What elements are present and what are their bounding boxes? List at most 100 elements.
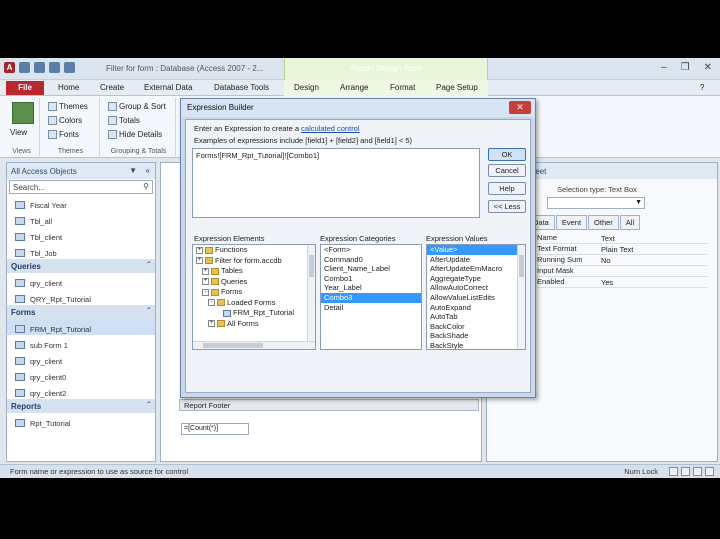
totals-button[interactable]: Totals bbox=[108, 116, 140, 125]
tab-all[interactable]: All bbox=[619, 215, 641, 230]
nav-category-forms[interactable]: Forms ˆ bbox=[7, 305, 155, 319]
tree-item[interactable]: + Tables bbox=[193, 266, 315, 277]
expand-icon[interactable]: + bbox=[202, 267, 209, 275]
tab-page-setup[interactable]: Page Setup bbox=[436, 83, 478, 92]
tree-item[interactable]: + Functions bbox=[193, 245, 315, 256]
fonts-button[interactable]: Fonts bbox=[48, 130, 79, 139]
minimize-icon[interactable]: – bbox=[661, 62, 667, 73]
restore-icon[interactable]: ❐ bbox=[681, 62, 690, 73]
nav-item[interactable]: Fiscal Year bbox=[7, 195, 155, 211]
property-row[interactable]: Text Format Plain Text bbox=[537, 244, 707, 255]
nav-item[interactable]: Rpt_Tutorial bbox=[7, 413, 155, 429]
hide-details-button[interactable]: Hide Details bbox=[108, 130, 162, 139]
redo-icon[interactable] bbox=[49, 62, 60, 73]
help-icon[interactable]: ? bbox=[700, 83, 704, 92]
value-item[interactable]: BackShade bbox=[427, 331, 525, 341]
category-item[interactable]: Command0 bbox=[321, 255, 421, 265]
calculated-control-link[interactable]: calculated control bbox=[301, 124, 359, 133]
nav-item[interactable]: FRM_Rpt_Tutorial bbox=[7, 319, 155, 335]
undo-icon[interactable] bbox=[34, 62, 45, 73]
ok-button[interactable]: OK bbox=[488, 148, 526, 161]
category-item[interactable]: Combo3 bbox=[321, 292, 421, 303]
tree-item[interactable]: FRM_Rpt_Tutorial bbox=[193, 308, 315, 319]
nav-category-reports[interactable]: Reports ˆ bbox=[7, 399, 155, 413]
colors-button[interactable]: Colors bbox=[48, 116, 82, 125]
nav-item[interactable]: Tbl_client bbox=[7, 227, 155, 243]
value-item[interactable]: AggregateType bbox=[427, 274, 525, 284]
value-item[interactable]: BackStyle bbox=[427, 341, 525, 349]
property-row[interactable]: Name Text bbox=[537, 233, 707, 244]
themes-button[interactable]: Themes bbox=[48, 102, 88, 111]
cancel-button[interactable]: Cancel bbox=[488, 164, 526, 177]
nav-item[interactable]: sub Form 1 bbox=[7, 335, 155, 351]
nav-item[interactable]: qry_client bbox=[7, 351, 155, 367]
file-tab[interactable]: File bbox=[6, 81, 44, 95]
tab-event[interactable]: Event bbox=[555, 215, 588, 230]
nav-item[interactable]: QRY_Rpt_Tutorial bbox=[7, 289, 155, 305]
expression-categories-list[interactable]: <Form> Command0 Client_Name_Label Combo1 Yea… bbox=[320, 244, 422, 350]
tab-arrange[interactable]: Arrange bbox=[340, 83, 368, 92]
nav-search-input[interactable]: Search... ⚲ bbox=[9, 180, 153, 194]
value-item[interactable]: AutoTab bbox=[427, 312, 525, 322]
category-item[interactable]: Year_Label bbox=[321, 283, 421, 293]
close-icon[interactable]: ✕ bbox=[509, 101, 531, 114]
collapse-icon[interactable]: - bbox=[202, 288, 209, 296]
category-item[interactable]: <Form> bbox=[321, 245, 421, 255]
value-item[interactable]: AllowAutoCorrect bbox=[427, 283, 525, 293]
tree-item[interactable]: + Queries bbox=[193, 277, 315, 288]
layout-view-icon[interactable] bbox=[693, 467, 702, 476]
collapse-icon[interactable]: - bbox=[208, 299, 215, 307]
tree-item[interactable]: - Forms bbox=[193, 287, 315, 298]
design-view-icon[interactable] bbox=[705, 467, 714, 476]
tree-item[interactable]: - Loaded Forms bbox=[193, 298, 315, 309]
value-item[interactable]: AfterUpdate bbox=[427, 255, 525, 265]
footer-count-textbox[interactable]: =[Count(*)] bbox=[181, 423, 249, 435]
tab-home[interactable]: Home bbox=[58, 83, 79, 92]
shutter-bar-icon[interactable]: « bbox=[146, 166, 150, 175]
nav-item[interactable]: qry_client bbox=[7, 273, 155, 289]
expand-icon[interactable]: + bbox=[202, 278, 209, 286]
report-view-icon[interactable] bbox=[669, 467, 678, 476]
tree-item[interactable]: + Filter for form.accdb bbox=[193, 256, 315, 267]
less-button[interactable]: << Less bbox=[488, 200, 526, 213]
scrollbar[interactable] bbox=[517, 245, 525, 349]
expression-elements-tree[interactable]: + Functions + Filter for form.accdb + Tables +… bbox=[192, 244, 316, 350]
close-icon[interactable]: ✕ bbox=[704, 62, 712, 73]
tab-external-data[interactable]: External Data bbox=[144, 83, 192, 92]
value-item[interactable]: <Value> bbox=[427, 245, 525, 255]
property-row[interactable]: Enabled Yes bbox=[537, 277, 707, 288]
dialog-title-bar[interactable]: Expression Builder ✕ bbox=[181, 99, 535, 117]
scrollbar[interactable] bbox=[307, 245, 315, 349]
value-item[interactable]: AllowValueListEdits bbox=[427, 293, 525, 303]
expand-icon[interactable]: + bbox=[196, 257, 203, 265]
help-button[interactable]: Help bbox=[488, 182, 526, 195]
scrollbar[interactable] bbox=[193, 341, 315, 349]
nav-item[interactable]: Tbl_Job bbox=[7, 243, 155, 259]
nav-item[interactable]: Tbl_all bbox=[7, 211, 155, 227]
property-row[interactable]: Running Sum No bbox=[537, 255, 707, 266]
nav-item[interactable]: qry_client0 bbox=[7, 367, 155, 383]
group-sort-button[interactable]: Group & Sort bbox=[108, 102, 166, 111]
expression-textbox[interactable]: Forms![FRM_Rpt_Tutorial]![Combo1] bbox=[192, 148, 480, 218]
report-footer-bar[interactable]: Report Footer bbox=[179, 399, 479, 411]
expand-icon[interactable]: + bbox=[208, 320, 215, 328]
nav-item[interactable]: qry_client2 bbox=[7, 383, 155, 399]
view-button[interactable]: View bbox=[10, 128, 27, 137]
tab-design[interactable]: Design bbox=[294, 83, 319, 92]
tab-database-tools[interactable]: Database Tools bbox=[214, 83, 269, 92]
access-app-icon[interactable]: A bbox=[4, 62, 15, 73]
selection-combo[interactable]: ▼ bbox=[547, 197, 645, 209]
expression-values-list[interactable]: <Value> AfterUpdate AfterUpdateEmMacro Aggr… bbox=[426, 244, 526, 350]
value-item[interactable]: AutoExpand bbox=[427, 303, 525, 313]
view-icon[interactable] bbox=[12, 102, 34, 124]
save-icon[interactable] bbox=[19, 62, 30, 73]
nav-pane-header[interactable]: All Access Objects ▼ « bbox=[7, 163, 155, 179]
print-preview-icon[interactable] bbox=[681, 467, 690, 476]
tab-other[interactable]: Other bbox=[588, 215, 619, 230]
nav-category-queries[interactable]: Queries ˆ bbox=[7, 259, 155, 273]
category-item[interactable]: Detail bbox=[321, 303, 421, 313]
category-item[interactable]: Client_Name_Label bbox=[321, 264, 421, 274]
customize-qat-icon[interactable] bbox=[64, 62, 75, 73]
category-item[interactable]: Combo1 bbox=[321, 274, 421, 284]
tab-create[interactable]: Create bbox=[100, 83, 124, 92]
